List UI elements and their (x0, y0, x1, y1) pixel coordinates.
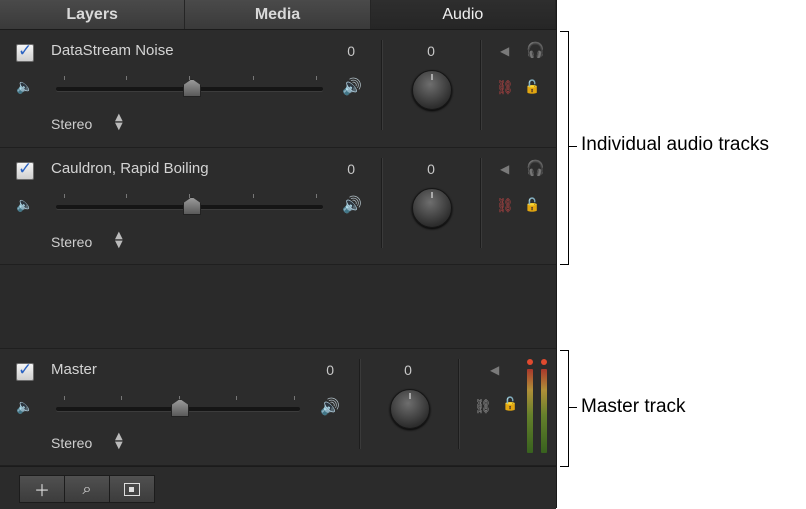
track-level-value: 0 (347, 161, 355, 177)
track-level-value: 0 (347, 43, 355, 59)
master-level-slider[interactable] (56, 396, 300, 418)
speaker-low-icon: 🔈 (16, 79, 34, 95)
audio-panel: Layers Media Audio DataStream Noise 0 🔈 … (0, 0, 557, 509)
headphones-icon[interactable]: 🎧 (526, 159, 545, 177)
master-slider-thumb[interactable] (171, 399, 189, 417)
master-level-value: 0 (326, 362, 334, 378)
master-name: Master (51, 361, 97, 378)
headphones-icon[interactable]: 🎧 (526, 41, 545, 59)
individual-tracks-bracket (560, 31, 569, 265)
master-enable-checkbox[interactable] (16, 360, 34, 381)
speaker-low-icon: 🔈 (16, 399, 34, 415)
level-slider[interactable] (56, 76, 323, 98)
master-track-callout: Master track (581, 396, 686, 417)
track-enable-checkbox[interactable] (16, 41, 34, 62)
master-track-bracket (560, 350, 569, 467)
clip-indicator-left (527, 359, 533, 365)
individual-tracks-callout: Individual audio tracks (581, 134, 769, 155)
divider (381, 158, 383, 248)
channel-format-select[interactable]: Stereo ▲ ▼ (51, 113, 123, 133)
level-meter-right (541, 369, 547, 453)
view-button[interactable] (109, 475, 155, 503)
empty-track-area (0, 265, 556, 349)
channel-format-label: Stereo (51, 234, 93, 250)
mute-speaker-icon[interactable]: ◀ (500, 44, 509, 58)
master-track: Master 0 🔈 🔊 Stereo ▲▼ 0 ◀ ⛓ 🔓 (0, 349, 556, 466)
audio-track: DataStream Noise 0 🔈 🔊 Stereo ▲▼ 0 ◀ 🎧 ⛓… (0, 30, 556, 148)
level-slider[interactable] (56, 194, 323, 216)
track-enable-checkbox[interactable] (16, 159, 34, 180)
master-pan-value: 0 (404, 362, 412, 378)
add-button[interactable]: ＋ (19, 475, 65, 503)
unlock-icon[interactable]: 🔓 (502, 397, 518, 412)
channel-format-select[interactable]: Stereo ▲ ▼ (51, 432, 123, 452)
tab-layers[interactable]: Layers (0, 0, 186, 29)
search-button[interactable]: ⌕ (64, 475, 110, 503)
updown-arrow-icon: ▲ ▼ (115, 230, 123, 250)
channel-format-select[interactable]: Stereo ▲ ▼ (51, 231, 123, 251)
level-meter-left (527, 369, 533, 453)
level-slider-thumb[interactable] (183, 197, 201, 215)
tab-media[interactable]: Media (185, 0, 371, 29)
updown-arrow-icon: ▲ ▼ (115, 112, 123, 132)
divider (480, 158, 482, 248)
divider (458, 359, 460, 449)
channel-format-label: Stereo (51, 116, 93, 132)
link-icon[interactable]: ⛓ (474, 399, 492, 415)
unlock-icon[interactable]: 🔓 (524, 198, 540, 213)
broken-link-icon[interactable]: ⛓ (496, 198, 514, 214)
callout-line (569, 407, 577, 408)
divider (359, 359, 361, 449)
divider (480, 40, 482, 130)
pan-knob[interactable] (412, 70, 452, 110)
broken-link-icon[interactable]: ⛓ (496, 80, 514, 96)
level-slider-thumb[interactable] (183, 79, 201, 97)
speaker-high-icon: 🔊 (342, 195, 362, 214)
speaker-high-icon: 🔊 (320, 397, 340, 416)
channel-format-label: Stereo (51, 435, 93, 451)
tab-bar: Layers Media Audio (0, 0, 556, 30)
magnifier-icon: ⌕ (82, 479, 92, 498)
speaker-high-icon: 🔊 (342, 77, 362, 96)
track-name: DataStream Noise (51, 42, 174, 59)
tab-audio[interactable]: Audio (370, 0, 556, 29)
callout-line (569, 146, 577, 147)
pan-value: 0 (427, 43, 435, 59)
bottom-toolbar: ＋ ⌕ (0, 466, 556, 509)
divider (381, 40, 383, 130)
updown-arrow-icon: ▲ ▼ (115, 431, 123, 451)
unlock-icon[interactable]: 🔓 (524, 80, 540, 95)
mute-speaker-icon[interactable]: ◀ (490, 363, 499, 377)
pan-value: 0 (427, 161, 435, 177)
clip-indicator-right (541, 359, 547, 365)
speaker-low-icon: 🔈 (16, 197, 34, 213)
pan-knob[interactable] (412, 188, 452, 228)
master-pan-knob[interactable] (390, 389, 430, 429)
audio-track: Cauldron, Rapid Boiling 0 🔈 🔊 Stereo ▲▼ … (0, 148, 556, 265)
plus-icon: ＋ (33, 481, 50, 500)
track-name: Cauldron, Rapid Boiling (51, 160, 209, 177)
mute-speaker-icon[interactable]: ◀ (500, 162, 509, 176)
window-icon (124, 482, 140, 496)
